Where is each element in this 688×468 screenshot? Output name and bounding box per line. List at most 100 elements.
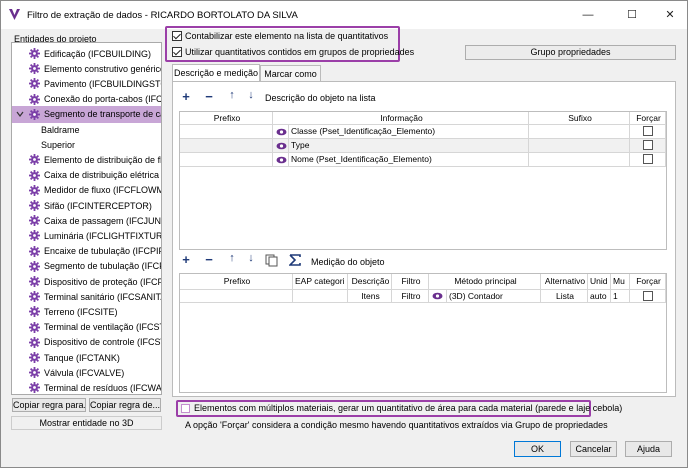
gear-icon: [29, 169, 40, 181]
force-checkbox[interactable]: [643, 154, 653, 164]
header-prefix: Prefixo: [180, 112, 273, 125]
m-header-alternative: Alternativo: [541, 274, 588, 290]
remove-icon[interactable]: −: [203, 89, 215, 104]
gear-icon: [29, 336, 40, 348]
ok-button[interactable]: OK: [514, 441, 561, 457]
desc-cell-eye[interactable]: [273, 153, 289, 167]
copy-icon[interactable]: [265, 254, 278, 267]
remove-icon-2[interactable]: −: [203, 252, 215, 267]
count-label: Contabilizar este elemento na lista de q…: [185, 31, 389, 41]
header-suffix: Sufixo: [529, 112, 630, 125]
gear-icon: [29, 108, 40, 120]
desc-cell-info[interactable]: Classe (Pset_Identificação_Elemento): [289, 125, 529, 139]
m-header-force: Forçar: [630, 274, 666, 290]
copy-rule-to-button[interactable]: Copiar regra para...: [12, 398, 86, 412]
desc-cell-suffix[interactable]: [529, 153, 630, 167]
desc-cell-eye[interactable]: [273, 125, 289, 139]
m-header-eap: EAP categori: [293, 274, 348, 290]
chevron-down-icon[interactable]: [15, 109, 25, 119]
group-properties-button[interactable]: Grupo propriedades: [465, 45, 676, 60]
arrow-up-icon[interactable]: ↑: [226, 89, 238, 101]
measurement-grid: Prefixo EAP categori Descrição Filtro Mé…: [179, 273, 667, 393]
arrow-down-icon-2[interactable]: ↓: [245, 252, 257, 264]
tree-item-label: Dispositivo de controle (IFCSWIT: [44, 337, 161, 348]
gear-icon: [29, 245, 40, 257]
m-cell-method[interactable]: (3D) Contador: [447, 290, 541, 303]
desc-cell-prefix[interactable]: [180, 153, 273, 167]
entity-tree[interactable]: Edificação (IFCBUILDING) Elemento constru…: [11, 42, 162, 395]
m-cell-unit[interactable]: auto: [588, 290, 611, 303]
m-header-mult: Mu: [611, 274, 630, 290]
tree-item-label: Luminária (IFCLIGHTFIXTURE): [44, 230, 162, 241]
help-button[interactable]: Ajuda: [625, 441, 672, 457]
measurement-toolbar-label: Medição do objeto: [311, 257, 385, 267]
cancel-button[interactable]: Cancelar: [570, 441, 617, 457]
tree-item-label: Segmento de tubulação (IFCPIPE: [44, 261, 161, 272]
m-header-description: Descrição: [348, 274, 392, 290]
materials-checkbox[interactable]: [181, 404, 190, 413]
gear-icon: [29, 367, 40, 379]
gear-icon: [29, 93, 40, 105]
m-cell-eap[interactable]: [293, 290, 348, 303]
desc-cell-prefix[interactable]: [180, 139, 273, 153]
gear-icon: [29, 63, 40, 75]
desc-cell-prefix[interactable]: [180, 125, 273, 139]
gear-icon: [29, 321, 40, 333]
m-header-prefix: Prefixo: [180, 274, 293, 290]
tab-description-measurement[interactable]: Descrição e medição: [172, 64, 260, 82]
desc-cell-info[interactable]: Nome (Pset_Identificação_Elemento): [289, 153, 529, 167]
tree-item-label: Terminal sanitário (IFCSANITARY: [44, 291, 161, 302]
m-cell-eye[interactable]: [429, 290, 447, 303]
force-checkbox[interactable]: [643, 140, 653, 150]
m-cell-filter[interactable]: Filtro: [392, 290, 429, 303]
gear-icon: [29, 276, 40, 287]
tree-item-label: Elemento construtivo genérico (I: [44, 63, 162, 74]
title-bar: Filtro de extração de dados - RICARDO BO…: [1, 1, 687, 29]
m-cell-prefix[interactable]: [180, 290, 293, 303]
m-cell-mult[interactable]: 1: [611, 290, 630, 303]
eye-icon[interactable]: [432, 292, 443, 300]
force-checkbox[interactable]: [643, 126, 653, 136]
m-cell-alternative[interactable]: Lista: [541, 290, 588, 303]
count-checkbox[interactable]: [172, 31, 182, 41]
force-note: A opção 'Forçar' considera a condição me…: [185, 420, 608, 430]
eye-icon[interactable]: [276, 142, 287, 150]
copy-rule-from-button[interactable]: Copiar regra de...: [89, 398, 161, 412]
app-logo-icon: [9, 9, 20, 20]
tree-item-label: Sifão (IFCINTERCEPTOR): [44, 200, 152, 211]
gear-icon: [29, 78, 40, 90]
tree-item-label: Conexão do porta-cabos (IFCCAI: [44, 94, 162, 105]
tree-item-label: Válvula (IFCVALVE): [44, 367, 125, 378]
arrow-up-icon-2[interactable]: ↑: [226, 252, 238, 264]
desc-cell-info[interactable]: Type: [289, 139, 529, 153]
show-3d-button[interactable]: Mostrar entidade no 3D: [11, 416, 162, 430]
tab-mark-as[interactable]: Marcar como: [260, 65, 321, 82]
tree-item-label: Elemento de distribuição de flux: [44, 154, 162, 165]
desc-cell-suffix[interactable]: [529, 125, 630, 139]
eye-icon[interactable]: [276, 156, 287, 164]
add-icon-2[interactable]: +: [180, 252, 192, 267]
arrow-down-icon[interactable]: ↓: [245, 89, 257, 101]
desc-cell-suffix[interactable]: [529, 139, 630, 153]
gear-icon: [29, 200, 40, 211]
maximize-button[interactable]: ☐: [617, 5, 647, 25]
use-groups-checkbox[interactable]: [172, 47, 182, 57]
tree-item-label: Medidor de fluxo (IFCFLOWMETI: [44, 185, 162, 196]
tree-item-label: Caixa de distribuição elétrica (IFC: [44, 170, 161, 181]
tree-item-label: Terminal de resíduos (IFCWASTE: [44, 382, 162, 393]
close-button[interactable]: ✕: [655, 5, 685, 25]
desc-cell-eye[interactable]: [273, 139, 289, 153]
m-header-filter: Filtro: [392, 274, 429, 290]
tree-item[interactable]: Terminal de resíduos (IFCWASTE: [12, 379, 162, 394]
minimize-button[interactable]: —: [573, 5, 603, 25]
gear-icon: [29, 154, 40, 166]
add-icon[interactable]: +: [180, 89, 192, 104]
tree-item-label: Terminal de ventilação (IFCSTACI: [44, 322, 161, 333]
m-cell-description[interactable]: Itens: [348, 290, 392, 303]
gear-icon: [29, 291, 40, 303]
tree-item-label: Tanque (IFCTANK): [44, 352, 120, 363]
eye-icon[interactable]: [276, 128, 287, 136]
m-force-checkbox[interactable]: [643, 291, 653, 301]
materials-label: Elementos com múltiplos materiais, gerar…: [194, 403, 623, 413]
sum-icon[interactable]: [289, 254, 301, 266]
